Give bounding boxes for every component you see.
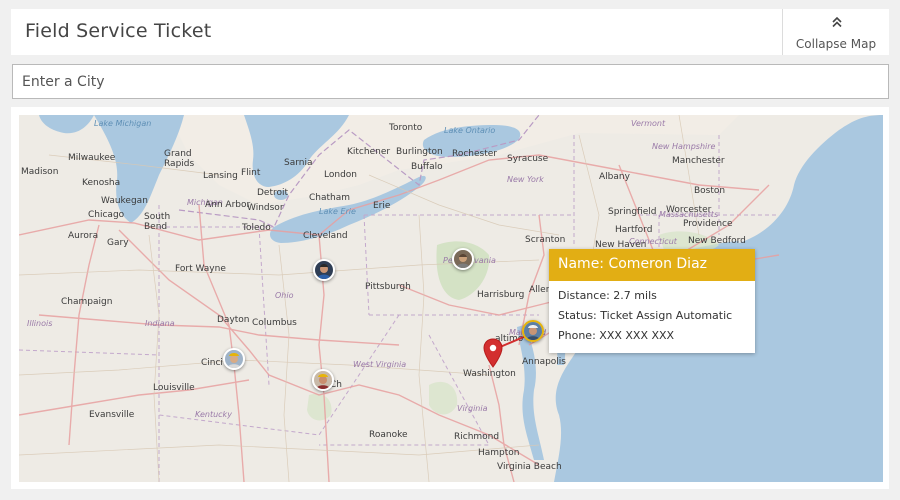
technician-marker-avatar[interactable]	[313, 259, 335, 281]
region-label-new-york: New York	[507, 175, 544, 184]
region-label-virginia: Virginia	[457, 404, 488, 413]
city-label-dayton: Dayton	[217, 315, 250, 325]
city-label-columbus: Columbus	[252, 318, 297, 328]
city-label-gary: Gary	[107, 238, 129, 248]
city-label-detroit: Detroit	[257, 188, 289, 198]
popup-technician-name: Name: Comeron Diaz	[549, 249, 755, 281]
city-label-buffalo: Buffalo	[411, 162, 443, 172]
city-label-boston: Boston	[694, 186, 726, 196]
city-label-harrisburg: Harrisburg	[477, 290, 525, 300]
city-label-madison: Madison	[21, 167, 59, 177]
city-label-scranton: Scranton	[525, 235, 566, 245]
city-label-grand-rapids: Grand Rapids	[164, 149, 195, 169]
map-view[interactable]: Lake Michigan Lake Ontario Lake Erie Mic…	[19, 115, 883, 482]
technician-avatar-icon	[524, 322, 542, 340]
map-panel: Lake Michigan Lake Ontario Lake Erie Mic…	[11, 107, 889, 489]
city-label-evansville: Evansville	[89, 410, 135, 420]
ticket-location-pin[interactable]	[483, 338, 503, 372]
region-label-new-hampshire: New Hampshire	[652, 142, 716, 151]
city-label-springfield: Springfield	[608, 207, 657, 217]
page-title: Field Service Ticket	[25, 20, 212, 42]
technician-info-popup: Name: Comeron Diaz Distance: 2.7 mils St…	[549, 249, 755, 353]
technician-marker-avatar[interactable]	[312, 369, 334, 391]
city-label-cincinnati: Cinci	[201, 358, 223, 368]
city-label-south-bend: South Bend	[144, 212, 171, 232]
city-label-annapolis: Annapolis	[522, 357, 566, 367]
popup-phone: Phone: XXX XXX XXX	[558, 329, 675, 342]
city-label-providence: Providence	[683, 219, 733, 229]
technician-avatar-icon	[314, 371, 332, 389]
city-label-champaign: Champaign	[61, 297, 113, 307]
city-label-windsor: Windsor	[247, 203, 284, 213]
city-label-chicago: Chicago	[88, 210, 125, 220]
map-pin-icon	[483, 338, 503, 368]
region-label-kentucky: Kentucky	[195, 410, 232, 419]
collapse-map-button[interactable]: Collapse Map	[782, 9, 889, 55]
city-label-rochester: Rochester	[452, 149, 497, 159]
region-label-indiana: Indiana	[145, 319, 175, 328]
region-label-vermont: Vermont	[631, 119, 666, 128]
city-label-burlington: Burlington	[396, 147, 443, 157]
city-label-hartford: Hartford	[615, 225, 653, 235]
water-label-lake-erie: Lake Erie	[319, 207, 356, 216]
city-label-richmond: Richmond	[454, 432, 500, 442]
city-label-roanoke: Roanoke	[369, 430, 408, 440]
city-label-manchester: Manchester	[672, 156, 725, 166]
city-label-kitchener: Kitchener	[347, 147, 391, 157]
city-label-erie: Erie	[373, 201, 391, 211]
region-label-illinois: Illinois	[27, 319, 53, 328]
water-label-lake-michigan: Lake Michigan	[94, 119, 152, 128]
city-label-london: London	[324, 170, 357, 180]
city-label-toronto: Toronto	[389, 123, 423, 133]
region-label-west-virginia: West Virginia	[353, 360, 407, 369]
city-label-albany: Albany	[599, 172, 630, 182]
city-label-waukegan: Waukegan	[101, 196, 148, 206]
city-label-virginia-beach: Virginia Beach	[497, 462, 562, 472]
city-label-pittsburgh: Pittsburgh	[365, 282, 411, 292]
technician-marker-avatar[interactable]	[452, 248, 474, 270]
double-chevron-up-icon	[832, 16, 842, 28]
city-label-chatham: Chatham	[309, 193, 351, 203]
technician-avatar-icon	[315, 261, 333, 279]
city-label-toledo: Toledo	[242, 223, 271, 233]
city-label-louisville: Louisville	[153, 383, 195, 393]
technician-marker-selected[interactable]	[522, 320, 544, 342]
popup-distance: Distance: 2.7 mils	[558, 289, 657, 302]
city-label-new-bedford: New Bedford	[688, 236, 746, 246]
city-label-ann-arbor: Ann Arbor	[205, 200, 251, 210]
water-label-lake-ontario: Lake Ontario	[444, 126, 496, 135]
region-label-ohio: Ohio	[275, 291, 294, 300]
city-label-flint: Flint	[241, 168, 261, 178]
technician-avatar-icon	[225, 350, 243, 368]
city-label-milwaukee: Milwaukee	[68, 153, 116, 163]
city-label-aurora: Aurora	[68, 231, 99, 241]
city-label-lansing: Lansing	[203, 171, 238, 181]
technician-avatar-icon	[454, 250, 472, 268]
city-label-kenosha: Kenosha	[82, 178, 121, 188]
city-label-syracuse: Syracuse	[507, 154, 549, 164]
city-label-cleveland: Cleveland	[303, 231, 348, 241]
city-label-hampton: Hampton	[478, 448, 520, 458]
city-search-input[interactable]	[12, 64, 889, 99]
city-label-sarnia: Sarnia	[284, 158, 313, 168]
collapse-map-label: Collapse Map	[795, 37, 877, 51]
city-label-worcester: Worcester	[666, 205, 712, 215]
popup-status: Status: Ticket Assign Automatic	[558, 309, 733, 322]
technician-marker-avatar[interactable]	[223, 348, 245, 370]
header-bar: Field Service Ticket Collapse Map	[11, 9, 889, 55]
city-label-fort-wayne: Fort Wayne	[175, 264, 226, 274]
